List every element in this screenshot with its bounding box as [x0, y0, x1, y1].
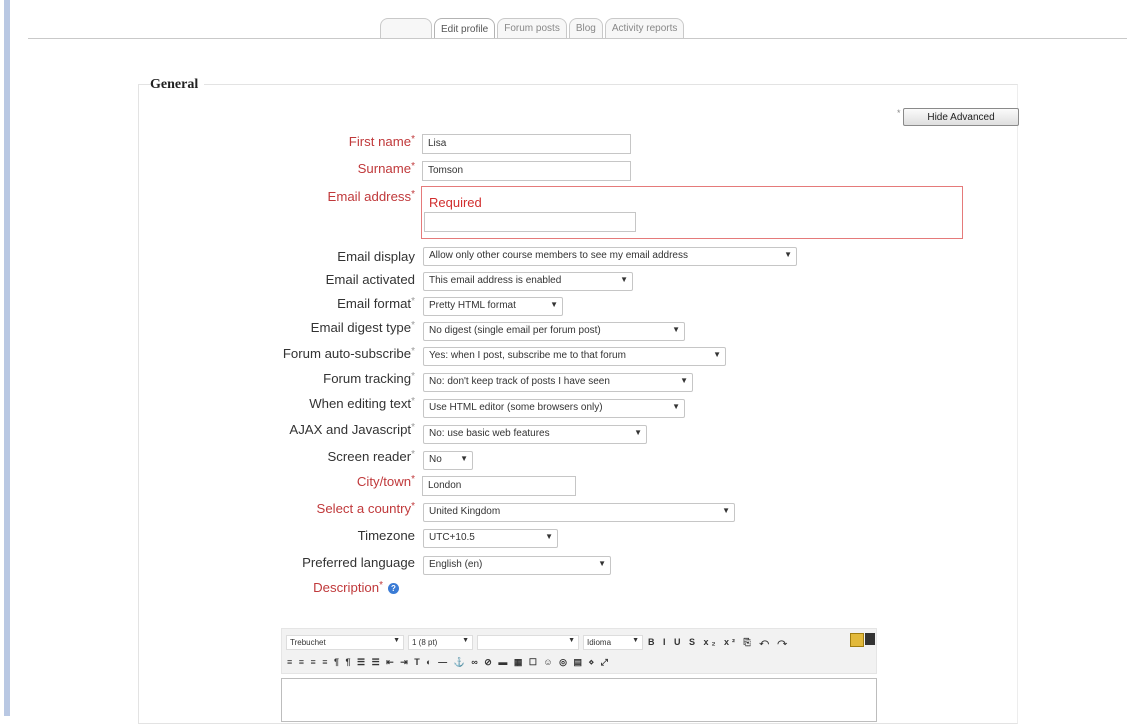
tabs-divider [28, 38, 1127, 39]
country-value: United Kingdom [429, 506, 501, 517]
when-editing-text-value: Use HTML editor (some browsers only) [429, 402, 603, 413]
hide-advanced-button[interactable]: Hide Advanced [903, 108, 1019, 126]
tab-bar: Edit profile Forum posts Blog Activity r… [380, 18, 686, 39]
forum-auto-subscribe-value: Yes: when I post, subscribe me to that f… [429, 350, 626, 361]
chevron-down-icon: ▼ [634, 428, 642, 437]
left-border [4, 0, 10, 716]
formatting-buttons-row2[interactable]: ≡ ≡ ≡ ≡ ¶ ¶ ☰ ☰ ⇤ ⇥ T ◐ — ⚓ ∞ ⊘ ▬ ▦ ☐ ☺ … [287, 655, 610, 669]
preferred-language-label: Preferred language [302, 555, 415, 570]
font-size-value: 1 (8 pt) [412, 638, 438, 647]
when-editing-text-label: When editing text* [309, 396, 415, 411]
email-error-message: Required [429, 195, 482, 210]
description-label: Description* [313, 580, 383, 595]
surname-label: Surname* [357, 161, 415, 176]
email-digest-type-select[interactable]: No digest (single email per forum post) ▼ [423, 322, 685, 341]
city-town-input[interactable]: London [422, 476, 576, 496]
email-display-label: Email display [337, 249, 415, 264]
email-format-label: Email format* [337, 296, 415, 311]
chevron-down-icon: ▼ [672, 325, 680, 334]
ajax-javascript-value: No: use basic web features [429, 428, 550, 439]
forum-tracking-select[interactable]: No: don't keep track of posts I have see… [423, 373, 693, 392]
preferred-language-select[interactable]: English (en) ▼ [423, 556, 611, 575]
first-name-input[interactable]: Lisa [422, 134, 631, 154]
chevron-down-icon: ▼ [722, 506, 730, 515]
tab-activity-reports[interactable]: Activity reports [604, 18, 685, 38]
first-name-label: First name* [348, 134, 415, 149]
chevron-down-icon: ▼ [620, 275, 628, 284]
email-digest-type-value: No digest (single email per forum post) [429, 325, 601, 336]
section-legend: General [150, 77, 205, 93]
email-display-select[interactable]: Allow only other course members to see m… [423, 247, 797, 266]
timezone-select[interactable]: UTC+10.5 ▼ [423, 529, 558, 548]
chevron-down-icon: ▼ [393, 637, 400, 644]
surname-input[interactable]: Tomson [422, 161, 631, 181]
font-size-select[interactable]: 1 (8 pt) ▼ [408, 635, 473, 650]
language-select[interactable]: Idioma ▼ [583, 635, 643, 650]
chevron-down-icon: ▼ [460, 454, 468, 463]
screen-reader-label: Screen reader* [327, 449, 415, 464]
tab-forum-posts[interactable]: Forum posts [497, 18, 567, 38]
description-editor-area[interactable] [281, 678, 877, 722]
chevron-down-icon: ▼ [713, 350, 721, 359]
chevron-down-icon: ▼ [462, 637, 469, 644]
email-address-input[interactable] [424, 212, 636, 232]
email-activated-label: Email activated [325, 272, 415, 287]
when-editing-text-select[interactable]: Use HTML editor (some browsers only) ▼ [423, 399, 685, 418]
forum-auto-subscribe-select[interactable]: Yes: when I post, subscribe me to that f… [423, 347, 726, 366]
email-format-select[interactable]: Pretty HTML format ▼ [423, 297, 563, 316]
screen-reader-value: No [429, 454, 442, 465]
chevron-down-icon: ▼ [672, 402, 680, 411]
email-address-label: Email address* [327, 189, 415, 204]
preferred-language-value: English (en) [429, 559, 483, 570]
chevron-down-icon: ▼ [550, 300, 558, 309]
timezone-value: UTC+10.5 [429, 532, 475, 543]
email-activated-select[interactable]: This email address is enabled ▼ [423, 272, 633, 291]
email-digest-type-label: Email digest type* [310, 320, 415, 335]
forum-tracking-label: Forum tracking* [323, 371, 415, 386]
ajax-javascript-label: AJAX and Javascript* [289, 422, 415, 437]
chevron-down-icon: ▼ [568, 637, 575, 644]
font-family-value: Trebuchet [290, 638, 326, 647]
forum-tracking-value: No: don't keep track of posts I have see… [429, 376, 610, 387]
country-select[interactable]: United Kingdom ▼ [423, 503, 735, 522]
screen-reader-select[interactable]: No ▼ [423, 451, 473, 470]
spellcheck-icon[interactable] [850, 633, 864, 647]
tab-profile[interactable] [380, 18, 432, 38]
fullscreen-icon[interactable] [865, 633, 875, 645]
email-format-value: Pretty HTML format [429, 300, 516, 311]
email-display-value: Allow only other course members to see m… [429, 250, 688, 261]
formatting-buttons-row1[interactable]: B I U S x₂ x² ⎘ ↶ ↷ [648, 635, 790, 649]
font-family-select[interactable]: Trebuchet ▼ [286, 635, 404, 650]
language-value: Idioma [587, 638, 612, 647]
help-icon[interactable]: ? [388, 583, 399, 594]
chevron-down-icon: ▼ [545, 532, 553, 541]
style-select[interactable]: ▼ [477, 635, 579, 650]
chevron-down-icon: ▼ [680, 376, 688, 385]
chevron-down-icon: ▼ [632, 637, 639, 644]
country-label: Select a country* [316, 501, 415, 516]
chevron-down-icon: ▼ [784, 250, 792, 259]
forum-auto-subscribe-label: Forum auto-subscribe* [282, 346, 415, 361]
timezone-label: Timezone [357, 528, 415, 543]
tab-edit-profile[interactable]: Edit profile [434, 18, 496, 39]
tab-blog[interactable]: Blog [568, 18, 603, 38]
email-activated-value: This email address is enabled [429, 275, 562, 286]
city-town-label: City/town* [356, 474, 415, 489]
chevron-down-icon: ▼ [598, 559, 606, 568]
advanced-star: * [897, 108, 901, 118]
ajax-javascript-select[interactable]: No: use basic web features ▼ [423, 425, 647, 444]
html-editor-toolbar: Trebuchet ▼ 1 (8 pt) ▼ ▼ Idioma ▼ B I U S x… [281, 628, 877, 674]
